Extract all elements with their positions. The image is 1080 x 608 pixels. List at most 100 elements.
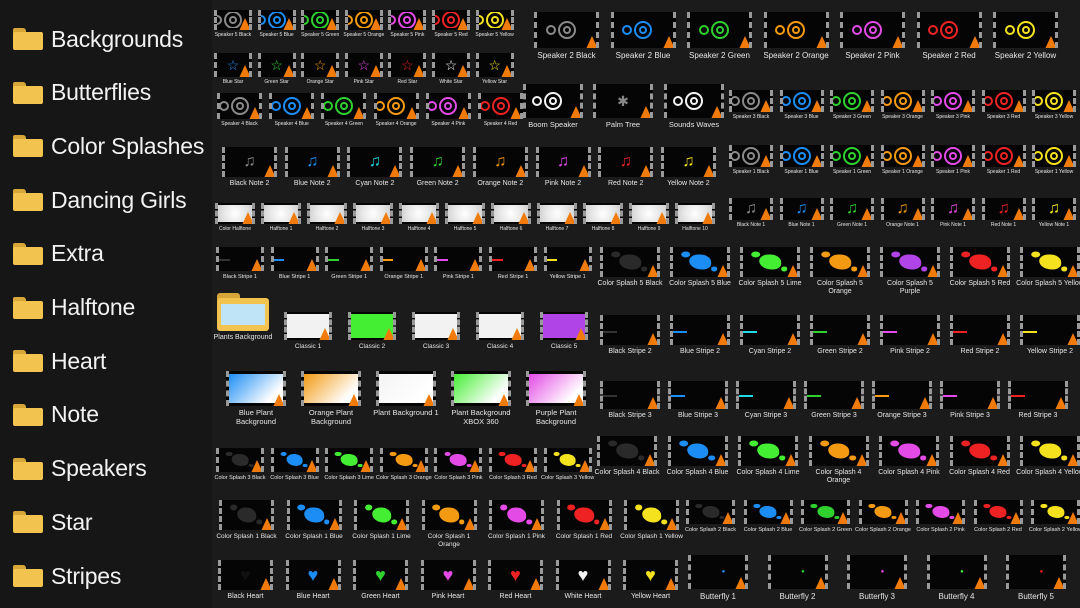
file-label: Color Splash 3 Yellow	[540, 475, 595, 481]
file-label: Speaker 3 Yellow	[1034, 114, 1074, 120]
vlc-cone-icon	[919, 397, 929, 409]
folder-label: Heart	[51, 347, 107, 374]
folder-star[interactable]: Star	[0, 497, 212, 547]
video-thumbnail	[379, 448, 428, 472]
video-thumbnail	[219, 500, 274, 530]
vlc-cone-icon	[962, 208, 972, 220]
file-label: Color Splash 3 Lime	[324, 475, 374, 481]
file-grid: Speaker 5 Black Speaker 5 Blue Speaker 5 G…	[212, 0, 1080, 608]
file-label: Color Splash 1 Lime	[352, 533, 411, 540]
file-label: Speaker 5 Yellow	[475, 32, 514, 38]
video-thumbnail: ♫	[598, 147, 654, 177]
file-label: Classic 3	[422, 343, 450, 350]
file-label: Classic 5	[550, 343, 578, 350]
folder-speakers[interactable]: Speakers	[0, 444, 212, 494]
vlc-cone-icon	[334, 212, 344, 224]
vlc-cone-icon	[457, 65, 467, 77]
vlc-cone-icon	[973, 577, 984, 589]
vlc-cone-icon	[810, 208, 821, 220]
file-label: Yellow Star	[482, 79, 508, 85]
vlc-cone-icon	[360, 259, 371, 271]
folder-butterflies[interactable]: Butterflies	[0, 68, 212, 118]
folder-icon	[13, 403, 43, 426]
video-thumbnail	[301, 10, 340, 30]
video-thumbnail	[736, 381, 796, 409]
video-thumbnail	[1020, 436, 1080, 466]
video-thumbnail	[354, 500, 409, 530]
vlc-cone-icon	[413, 18, 424, 30]
vlc-cone-icon	[573, 394, 583, 406]
vlc-cone-icon	[783, 397, 793, 409]
file-label: Halftone 6	[499, 226, 523, 232]
file-label: Classic 2	[358, 343, 386, 350]
file-label: Color Splash 1 Black	[216, 533, 277, 540]
folder-halftone[interactable]: Halftone	[0, 283, 212, 333]
file-label: Speaker 2 Blue	[615, 51, 671, 60]
file-label: Speaker 5 Orange	[343, 32, 385, 38]
video-thumbnail	[526, 371, 586, 406]
video-thumbnail	[216, 247, 264, 271]
folder-stripes[interactable]: Stripes	[0, 551, 212, 601]
file-label: Speaker 3 Orange	[882, 114, 923, 120]
video-thumbnail	[523, 84, 583, 118]
file-label: Speaker 2 Red	[922, 51, 976, 60]
video-thumbnail	[270, 247, 319, 271]
vlc-cone-icon	[1067, 333, 1077, 345]
folder-heart[interactable]: Heart	[0, 336, 212, 386]
folder-note[interactable]: Note	[0, 390, 212, 440]
video-thumbnail	[399, 203, 439, 224]
video-thumbnail	[830, 90, 874, 112]
video-thumbnail	[880, 315, 940, 345]
file-label: Orange Plant Background	[308, 408, 354, 426]
file-label: Color Splash 4 Red	[949, 469, 1010, 476]
video-thumbnail	[537, 203, 577, 224]
vlc-cone-icon	[498, 394, 508, 406]
file-label: Speaker 2 Yellow	[994, 51, 1057, 60]
file-label: Blue Heart	[296, 593, 330, 600]
vlc-cone-icon	[396, 518, 406, 530]
video-thumbnail	[931, 90, 975, 112]
video-thumbnail	[670, 247, 730, 277]
vlc-cone-icon	[577, 165, 588, 177]
file-label: Color Splash 5 Orange	[817, 280, 863, 296]
video-thumbnail: ●	[688, 555, 748, 589]
video-thumbnail: ●	[1006, 555, 1066, 589]
vlc-cone-icon	[1012, 208, 1023, 220]
video-thumbnail	[973, 500, 1023, 524]
folder-dancing-girls[interactable]: Dancing Girls	[0, 175, 212, 225]
video-thumbnail	[949, 436, 1010, 466]
video-thumbnail	[940, 381, 1000, 409]
vlc-cone-icon	[586, 36, 596, 48]
folder-icon	[217, 293, 269, 331]
video-thumbnail: ♫	[535, 147, 591, 177]
folder-backgrounds[interactable]: Backgrounds	[0, 14, 212, 64]
vlc-cone-icon	[785, 454, 795, 466]
file-label: Color Splash 2 Black	[684, 527, 737, 533]
video-thumbnail	[270, 448, 319, 472]
vlc-cone-icon	[564, 212, 574, 224]
vlc-cone-icon	[894, 577, 904, 589]
file-label: Color Splash 5 Black	[597, 280, 663, 287]
video-thumbnail	[810, 247, 870, 277]
video-thumbnail: ☆	[257, 53, 296, 77]
video-thumbnail: ♥	[353, 560, 408, 590]
video-thumbnail	[981, 145, 1026, 167]
vlc-cone-icon	[962, 155, 972, 167]
folder-label: Extra	[51, 240, 104, 267]
vlc-cone-icon	[735, 577, 745, 589]
video-thumbnail	[624, 500, 679, 530]
vlc-cone-icon	[282, 18, 293, 30]
file-label: Speaker 1 Yellow	[1034, 169, 1074, 175]
file-label: Color Splash 4 Blue	[666, 469, 729, 476]
folder-color-splashes[interactable]: Color Splashes	[0, 121, 212, 171]
vlc-cone-icon	[251, 460, 261, 472]
file-label: Color Splash 2 Red	[974, 527, 1022, 533]
file-label: White Star	[439, 79, 463, 85]
video-thumbnail	[872, 381, 932, 409]
file-label: Butterfly 1	[699, 592, 736, 601]
vlc-cone-icon	[1045, 36, 1055, 48]
vlc-cone-icon	[640, 165, 651, 177]
file-label: Speaker 3 Black	[732, 114, 770, 120]
folder-extra[interactable]: Extra	[0, 229, 212, 279]
video-thumbnail	[981, 90, 1026, 112]
